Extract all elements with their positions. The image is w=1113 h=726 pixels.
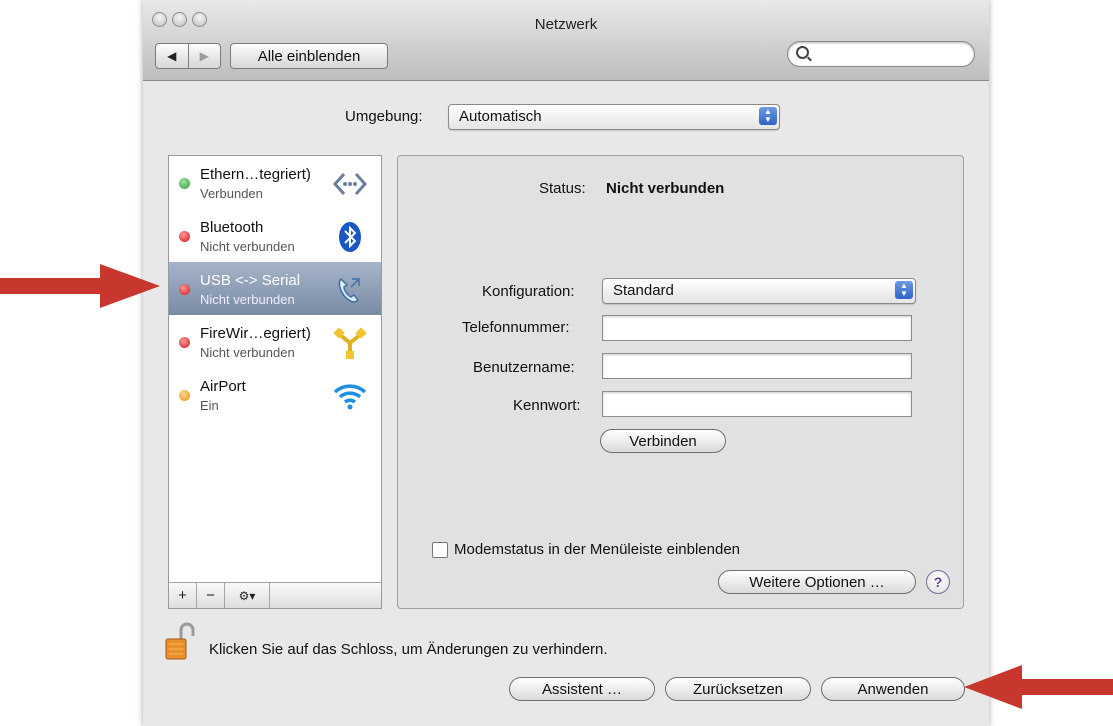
location-label: Umgebung: xyxy=(345,108,423,125)
service-ethernet[interactable]: Ethern…tegriert) Verbunden xyxy=(169,156,381,209)
bluetooth-icon xyxy=(333,220,367,254)
service-status: Nicht verbunden xyxy=(200,292,295,307)
username-label: Benutzername: xyxy=(473,359,575,376)
modem-status-label: Modemstatus in der Menüleiste einblenden xyxy=(454,541,741,558)
detail-panel: Status: Nicht verbunden Konfiguration: S… xyxy=(397,155,964,609)
wifi-icon xyxy=(333,379,367,413)
status-dot xyxy=(179,178,190,189)
search-field[interactable] xyxy=(787,41,975,67)
service-status: Ein xyxy=(200,398,219,413)
popup-arrows-icon: ▲ ▼ xyxy=(759,107,777,125)
preferences-window: Netzwerk ◀ ▶ Alle einblenden Umgebung: A… xyxy=(143,0,989,726)
service-usb-serial[interactable]: USB <-> Serial Nicht verbunden xyxy=(169,262,381,315)
service-airport[interactable]: AirPort Ein xyxy=(169,368,381,421)
status-value: Nicht verbunden xyxy=(606,180,725,197)
username-field[interactable] xyxy=(602,353,912,379)
add-service-button[interactable]: + xyxy=(169,583,197,608)
service-status: Nicht verbunden xyxy=(200,345,295,360)
lock-hint-text: Klicken Sie auf das Schloss, um Änderung… xyxy=(209,641,608,658)
nav-buttons: ◀ ▶ xyxy=(155,43,221,69)
more-options-button[interactable]: Weitere Optionen … xyxy=(718,570,916,594)
help-button[interactable]: ? xyxy=(926,570,950,594)
title-bar: Netzwerk ◀ ▶ Alle einblenden xyxy=(143,0,989,81)
config-label: Konfiguration: xyxy=(482,283,575,300)
service-list-toolbar: + − ⚙▾ xyxy=(169,582,381,608)
window-title: Netzwerk xyxy=(534,16,598,33)
password-label: Kennwort: xyxy=(513,397,581,414)
assistant-button[interactable]: Assistent … xyxy=(509,677,655,701)
config-value: Standard xyxy=(613,282,674,299)
search-icon xyxy=(796,46,809,59)
location-value: Automatisch xyxy=(459,108,542,125)
popup-arrows-icon: ▲ ▼ xyxy=(895,281,913,299)
status-dot xyxy=(179,284,190,295)
annotation-arrow-left xyxy=(0,264,160,308)
service-name: USB <-> Serial xyxy=(200,272,301,289)
password-field[interactable] xyxy=(602,391,912,417)
status-dot xyxy=(179,390,190,401)
phone-label: Telefonnummer: xyxy=(462,319,570,336)
service-name: FireWir…egriert) xyxy=(200,325,311,342)
config-popup[interactable]: Standard ▲ ▼ xyxy=(602,278,916,304)
connect-button[interactable]: Verbinden xyxy=(600,429,726,453)
firewire-icon xyxy=(333,326,367,360)
service-bluetooth[interactable]: Bluetooth Nicht verbunden xyxy=(169,209,381,262)
service-list: Ethern…tegriert) Verbunden Bluetooth Nic… xyxy=(168,155,382,609)
service-status: Verbunden xyxy=(200,186,263,201)
service-name: Ethern…tegriert) xyxy=(200,166,311,183)
modem-status-checkbox[interactable] xyxy=(432,542,448,558)
status-dot xyxy=(179,337,190,348)
service-name: Bluetooth xyxy=(200,219,264,236)
service-firewire[interactable]: FireWir…egriert) Nicht verbunden xyxy=(169,315,381,368)
revert-button[interactable]: Zurücksetzen xyxy=(665,677,811,701)
remove-service-button[interactable]: − xyxy=(197,583,225,608)
status-dot xyxy=(179,231,190,242)
annotation-arrow-right xyxy=(964,665,1113,709)
gear-menu-button[interactable]: ⚙▾ xyxy=(225,583,270,608)
lock-icon[interactable] xyxy=(165,622,195,662)
back-button[interactable]: ◀ xyxy=(156,44,188,68)
phone-icon xyxy=(333,273,367,307)
service-status: Nicht verbunden xyxy=(200,239,295,254)
status-label: Status: xyxy=(539,180,586,197)
forward-button[interactable]: ▶ xyxy=(187,44,221,68)
phone-field[interactable] xyxy=(602,315,912,341)
location-popup[interactable]: Automatisch ▲ ▼ xyxy=(448,104,780,130)
ethernet-icon xyxy=(333,167,367,201)
service-name: AirPort xyxy=(200,378,246,395)
show-all-button[interactable]: Alle einblenden xyxy=(230,43,388,69)
apply-button[interactable]: Anwenden xyxy=(821,677,965,701)
